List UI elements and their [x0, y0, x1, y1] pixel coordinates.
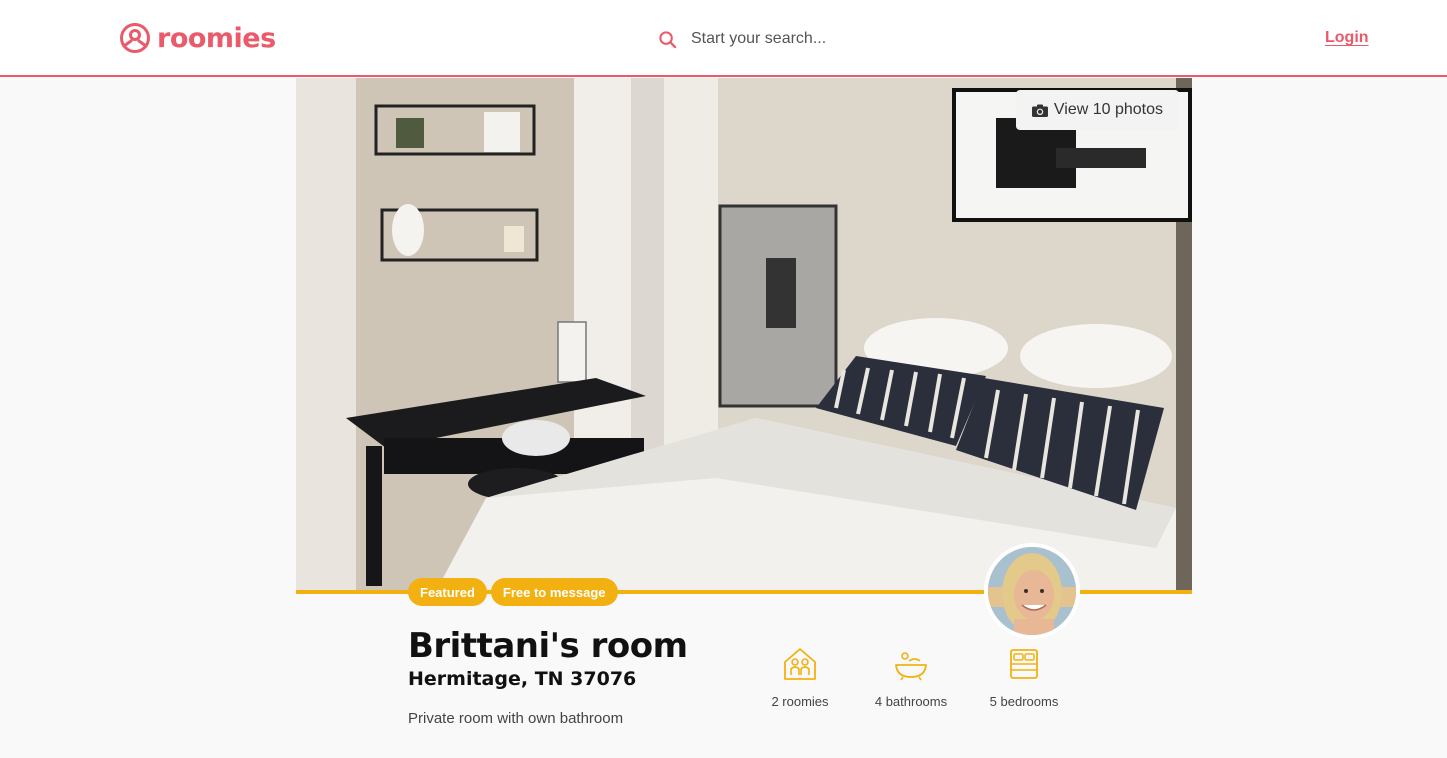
bathtub-icon [895, 652, 927, 681]
stat-bathrooms: 4 bathrooms [868, 646, 954, 709]
roomies-count-label: 2 roomies [771, 694, 829, 709]
login-link[interactable]: Login [1325, 29, 1369, 47]
camera-icon [1031, 104, 1048, 117]
search-bar[interactable] [658, 26, 958, 52]
room-stats: 2 roomies 4 bathrooms 5 bedrooms [760, 646, 1070, 716]
view-photos-button[interactable]: View 10 photos [1015, 90, 1179, 130]
free-to-message-badge: Free to message [490, 578, 618, 606]
roomies-logo-icon [120, 23, 150, 53]
view-photos-label: View 10 photos [1053, 101, 1163, 118]
logo-text: roomies [157, 22, 276, 54]
stat-roomies: 2 roomies [760, 646, 840, 709]
host-avatar-image [988, 547, 1076, 635]
search-icon [659, 30, 677, 48]
host-avatar[interactable] [984, 543, 1080, 639]
featured-badge: Featured [408, 578, 487, 606]
bedrooms-count-label: 5 bedrooms [989, 694, 1059, 709]
listing-title: Brittani's room [408, 626, 688, 666]
site-header: roomies Login [0, 0, 1447, 77]
roomies-logo[interactable]: roomies [119, 21, 276, 55]
bathrooms-count-label: 4 bathrooms [874, 694, 948, 709]
stat-bedrooms: 5 bedrooms [982, 646, 1066, 709]
listing-badges: Featured Free to message [408, 578, 618, 606]
listing-description: Private room with own bathroom [408, 710, 624, 727]
roomies-icon [784, 648, 816, 680]
room-photo[interactable]: View 10 photos [296, 78, 1192, 591]
bedroom-photo-image [296, 78, 1192, 591]
search-input[interactable] [691, 30, 941, 48]
listing-location: Hermitage, TN 37076 [408, 668, 637, 690]
bed-icon [1010, 649, 1038, 679]
